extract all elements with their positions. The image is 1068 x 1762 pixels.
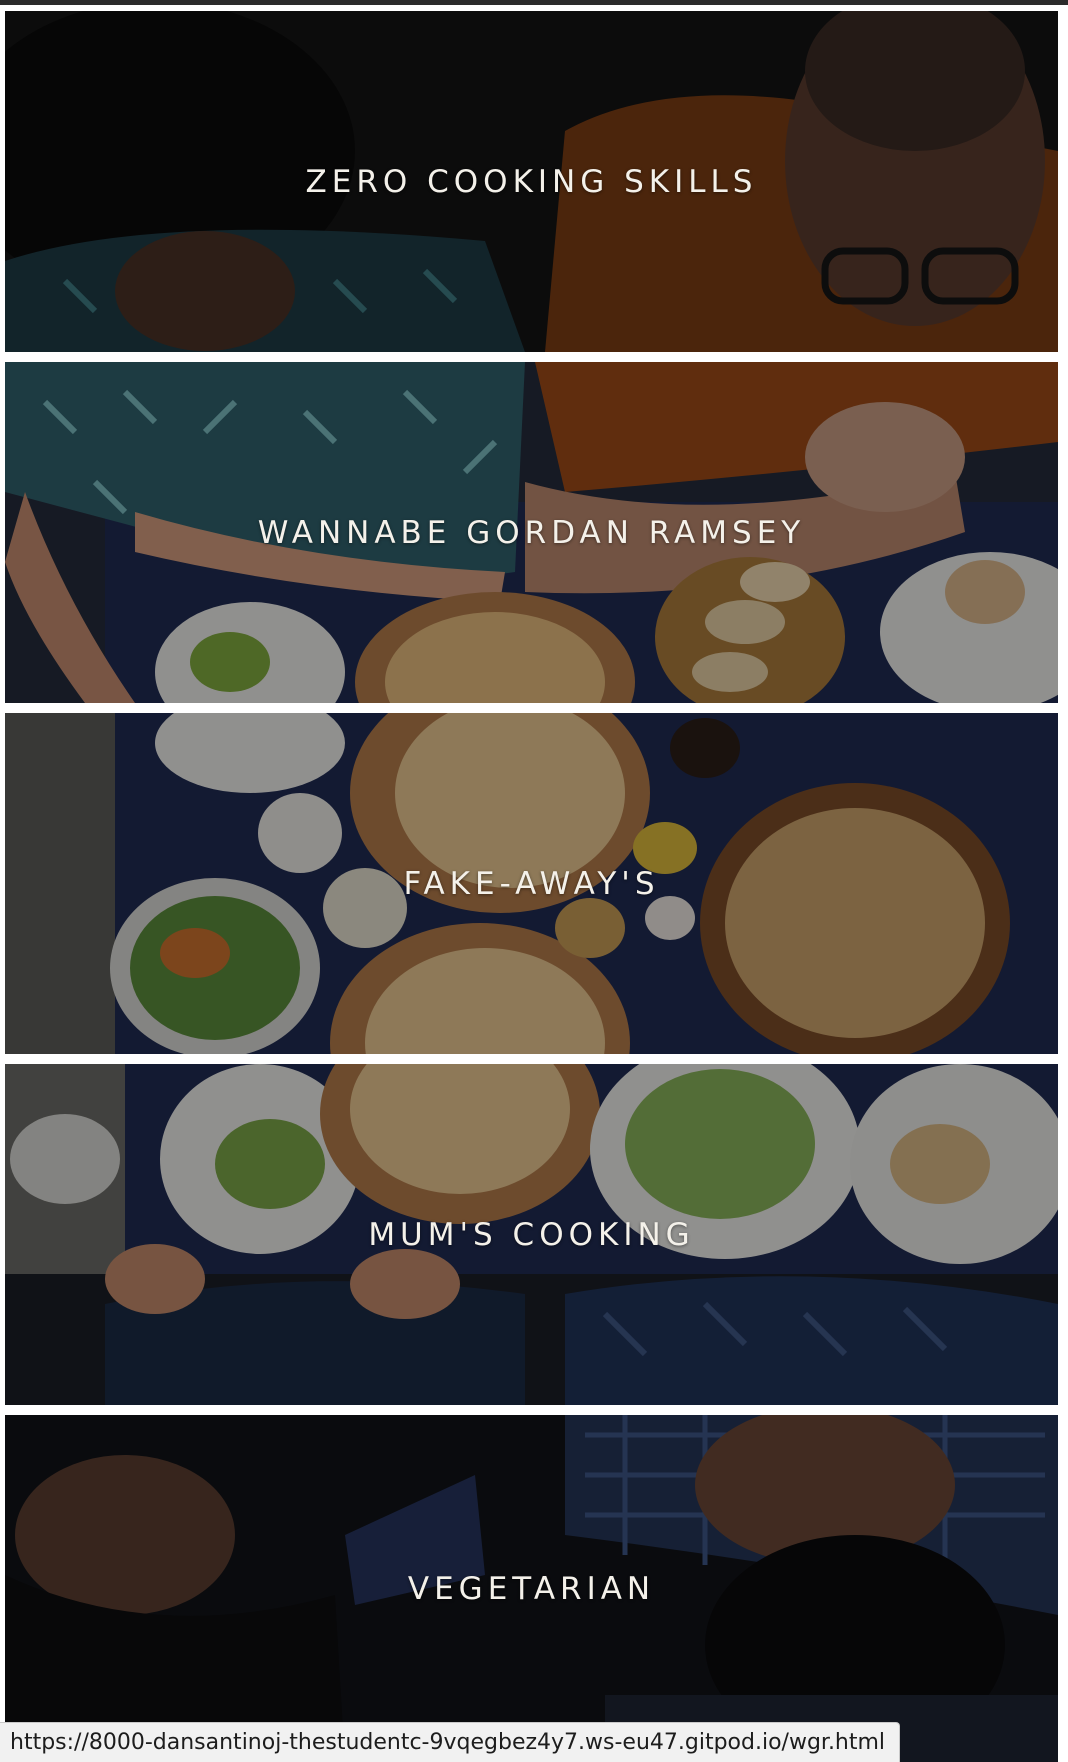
- category-label: VEGETARIAN: [407, 1570, 656, 1607]
- category-fake-aways[interactable]: FAKE-AWAY'S: [5, 713, 1058, 1054]
- category-label: ZERO COOKING SKILLS: [305, 163, 758, 200]
- category-wannabe-gordan-ramsey[interactable]: WANNABE GORDAN RAMSEY: [5, 362, 1058, 703]
- category-label: FAKE-AWAY'S: [403, 865, 660, 902]
- category-vegetarian[interactable]: VEGETARIAN: [5, 1415, 1058, 1762]
- category-label: MUM'S COOKING: [368, 1216, 695, 1253]
- top-border: [0, 0, 1068, 5]
- category-mums-cooking[interactable]: MUM'S COOKING: [5, 1064, 1058, 1405]
- category-zero-cooking-skills[interactable]: ZERO COOKING SKILLS: [5, 11, 1058, 352]
- category-label: WANNABE GORDAN RAMSEY: [257, 514, 806, 551]
- page: ZERO COOKING SKILLS WANNABE GORDAN RAMSE…: [0, 0, 1068, 1762]
- link-preview-status-bar: https://8000-dansantinoj-thestudentc-9vq…: [0, 1722, 901, 1762]
